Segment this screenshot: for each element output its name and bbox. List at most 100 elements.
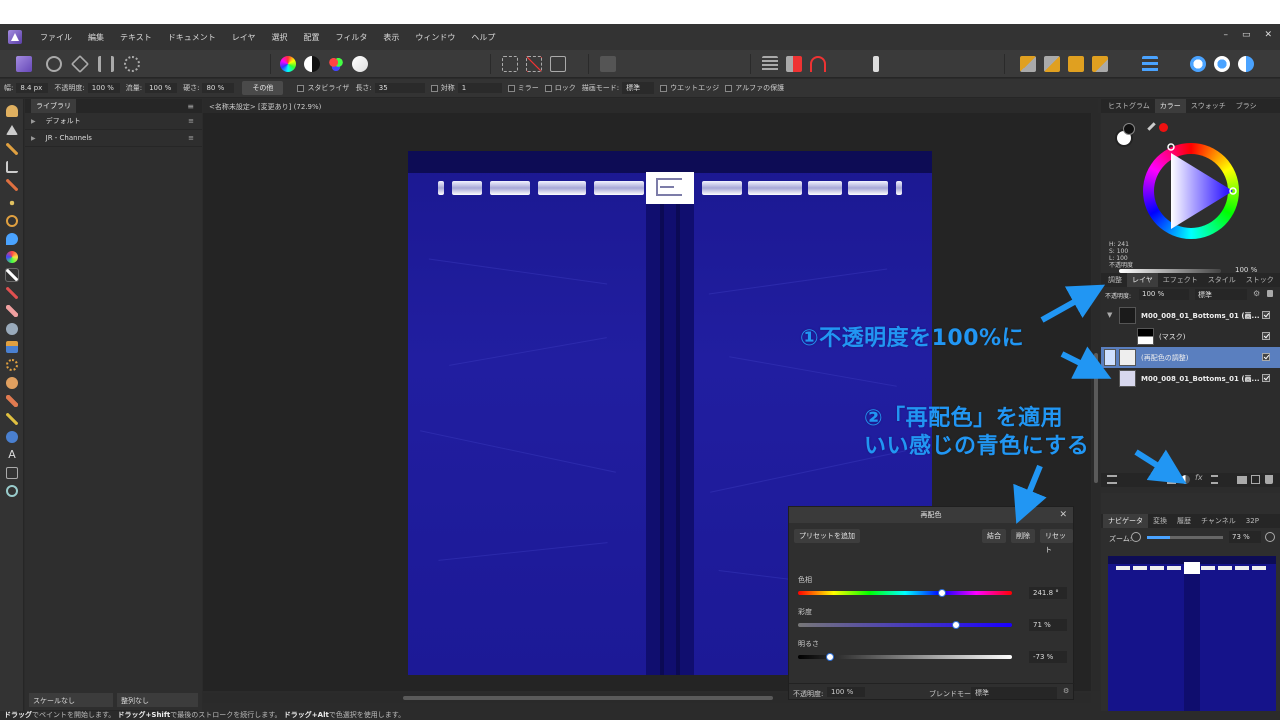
layer-visibility-checkbox[interactable] — [1262, 311, 1270, 319]
close-icon[interactable]: ✕ — [1264, 30, 1272, 40]
align-icon[interactable] — [1142, 56, 1158, 72]
alignment-icon[interactable] — [873, 56, 879, 72]
arrange-backward-icon[interactable] — [1044, 56, 1060, 72]
photo-persona-icon[interactable] — [16, 56, 32, 72]
zoom-value-field[interactable]: 73 % — [1229, 531, 1261, 543]
quick-mask-icon[interactable] — [600, 56, 616, 72]
close-icon[interactable]: ✕ — [1059, 507, 1067, 523]
assistant-icon[interactable] — [762, 56, 778, 72]
erase-brush-tool-icon[interactable] — [6, 305, 18, 317]
layers-stack-icon[interactable] — [1107, 475, 1117, 484]
mirror-checkbox[interactable] — [507, 84, 515, 92]
smudge-tool-icon[interactable] — [6, 377, 18, 389]
layer-visibility-checkbox[interactable] — [1262, 374, 1270, 382]
tab-histogram[interactable]: ヒストグラム — [1103, 101, 1155, 111]
add-layer-icon[interactable] — [1251, 475, 1260, 484]
gear-icon[interactable]: ⚙ — [1063, 687, 1069, 695]
width-field[interactable]: 8.4 px — [16, 83, 49, 93]
menu-layer[interactable]: レイヤ — [224, 32, 264, 43]
tab-channels[interactable]: チャンネル — [1196, 516, 1241, 526]
merge-button[interactable]: 結合 — [982, 529, 1006, 543]
tab-brushes[interactable]: ブラシ — [1231, 101, 1262, 111]
saturation-slider[interactable] — [798, 621, 1012, 629]
mask-icon[interactable] — [1167, 475, 1176, 484]
fill-tool-icon[interactable] — [6, 233, 18, 245]
protect-alpha-checkbox[interactable] — [725, 84, 733, 92]
hand-tool-icon[interactable] — [6, 105, 18, 117]
menu-file[interactable]: ファイル — [32, 32, 80, 43]
tab-32p[interactable]: 32P — [1241, 517, 1264, 525]
item-menu-icon[interactable]: ≡ — [188, 134, 194, 142]
menu-help[interactable]: ヘルプ — [463, 32, 503, 43]
menu-text[interactable]: テキスト — [112, 32, 160, 43]
export-persona-icon[interactable] — [124, 56, 140, 72]
shape-tool-icon[interactable] — [6, 431, 18, 443]
layer-visibility-checkbox[interactable] — [1262, 353, 1270, 361]
tab-effects[interactable]: エフェクト — [1158, 275, 1203, 285]
library-item-jr-channels[interactable]: ▶ JR - Channels ≡ — [25, 130, 202, 147]
move-tool-icon[interactable] — [6, 125, 18, 135]
secondary-color-swatch[interactable] — [1123, 123, 1135, 135]
marquee-select-icon[interactable] — [502, 56, 518, 72]
gradient-tool-icon[interactable] — [6, 251, 18, 263]
zoom-slider[interactable] — [1147, 536, 1223, 539]
text-tool-icon[interactable]: A — [6, 449, 18, 461]
selection-brush-tool-icon[interactable] — [6, 179, 18, 191]
eyedropper-icon[interactable] — [1147, 122, 1156, 131]
tab-transform[interactable]: 変換 — [1148, 516, 1172, 526]
adjustment-icon[interactable] — [1181, 475, 1190, 484]
hue-value-field[interactable]: 241.8 ° — [1029, 587, 1067, 599]
document-tab[interactable]: <名称未設定> [変更あり] (72.9%) — [203, 99, 1098, 113]
tab-stock[interactable]: ストック — [1241, 275, 1279, 285]
menu-arrange[interactable]: 配置 — [296, 32, 328, 43]
collapse-arrow-icon[interactable]: ▼ — [1107, 311, 1112, 319]
liquify-persona-icon[interactable] — [46, 56, 62, 72]
vertical-scrollbar[interactable] — [1092, 113, 1100, 691]
panel-menu-icon[interactable]: ≡ — [187, 102, 194, 111]
menu-window[interactable]: ウィンドウ — [407, 32, 463, 43]
paint-brush-tool-icon[interactable] — [5, 268, 19, 282]
layer-row-selected[interactable]: (再配色の調整) — [1101, 347, 1280, 368]
develop-persona-icon[interactable] — [70, 54, 90, 74]
delete-button[interactable]: 削除 — [1011, 529, 1035, 543]
tab-navigator[interactable]: ナビゲータ — [1103, 514, 1148, 528]
dialog-opacity-field[interactable]: 100 % — [827, 687, 865, 697]
lightness-slider[interactable] — [798, 653, 1012, 661]
arrange-front-icon[interactable] — [1092, 56, 1108, 72]
tab-adjustment[interactable]: 調整 — [1103, 275, 1127, 285]
gear-icon[interactable]: ⚙ — [1253, 289, 1260, 298]
channels-icon[interactable] — [328, 56, 344, 72]
arrange-forward-icon[interactable] — [1068, 56, 1084, 72]
menu-edit[interactable]: 編集 — [80, 32, 112, 43]
lightness-value-field[interactable]: -73 % — [1029, 651, 1067, 663]
more-button[interactable]: その他 — [242, 81, 284, 95]
expand-arrow-icon[interactable]: ▶ — [31, 118, 36, 125]
flow-field[interactable]: 100 % — [145, 83, 178, 93]
deselect-icon[interactable] — [526, 56, 542, 72]
color-wheel[interactable] — [1143, 143, 1239, 239]
tab-history[interactable]: 履歴 — [1172, 516, 1196, 526]
boolean-intersect-icon[interactable] — [1238, 56, 1254, 72]
stabilizer-checkbox[interactable] — [297, 84, 305, 92]
hue-slider-knob[interactable] — [937, 589, 946, 597]
snapping-icon[interactable] — [786, 56, 802, 72]
layer-row[interactable]: M00_008_01_Bottoms_01 (画... — [1101, 368, 1280, 389]
tab-layers[interactable]: レイヤ — [1127, 273, 1158, 287]
scale-select[interactable]: スケールなし — [29, 693, 113, 707]
trash-icon[interactable] — [1265, 475, 1273, 484]
pen-tool-icon[interactable] — [6, 413, 18, 425]
tab-color[interactable]: カラー — [1154, 99, 1186, 113]
symmetry-checkbox[interactable] — [430, 84, 438, 92]
zoom-out-icon[interactable] — [1131, 532, 1141, 542]
magnet-icon[interactable] — [810, 56, 826, 72]
boolean-add-icon[interactable] — [1190, 56, 1206, 72]
zoom-in-icon[interactable] — [1265, 532, 1275, 542]
wet-edges-checkbox[interactable] — [660, 84, 668, 92]
fx-icon[interactable]: fx — [1195, 473, 1203, 482]
color-picker-tool-icon[interactable] — [6, 143, 18, 155]
boolean-subtract-icon[interactable] — [1214, 56, 1230, 72]
lock-checkbox[interactable] — [544, 84, 552, 92]
menu-view[interactable]: 表示 — [375, 32, 407, 43]
black-white-icon[interactable] — [304, 56, 320, 72]
tab-styles[interactable]: スタイル — [1203, 275, 1241, 285]
